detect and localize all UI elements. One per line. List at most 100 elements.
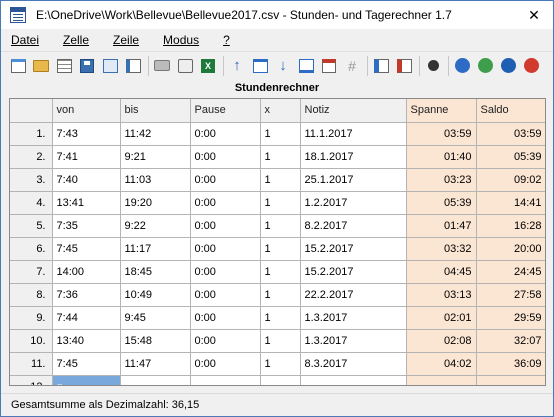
cell-bis[interactable]: 15:48 <box>120 329 191 353</box>
close-button[interactable]: ✕ <box>515 1 553 29</box>
cell-spanne[interactable]: 05:39 <box>406 191 477 215</box>
cell-saldo[interactable]: 20:00 <box>476 237 545 261</box>
menu-datei[interactable]: Datei <box>11 33 39 47</box>
cell-notiz[interactable]: 25.1.2017 <box>300 168 407 192</box>
column-header-saldo[interactable]: Saldo <box>476 99 545 123</box>
row-number[interactable]: 11. <box>10 352 53 376</box>
row-number[interactable]: 10. <box>10 329 53 353</box>
cell-spanne[interactable]: 04:45 <box>406 260 477 284</box>
cell-spanne[interactable]: 01:40 <box>406 145 477 169</box>
column-header-spanne[interactable]: Spanne <box>406 99 477 123</box>
cell-bis[interactable]: 11:47 <box>120 352 191 376</box>
new-row[interactable]: ▸▸12.g <box>10 375 545 385</box>
table-row[interactable]: 3. 7:40 11:03 0:00 1 25.1.2017 03:23 09:02 <box>10 168 545 192</box>
cell-spanne[interactable]: 03:13 <box>406 283 477 307</box>
cell-x[interactable]: 1 <box>260 191 301 215</box>
cell-von[interactable]: 7:45 <box>52 237 121 261</box>
column-header-bis[interactable]: bis <box>120 99 191 123</box>
cell-von[interactable]: 7:44 <box>52 306 121 330</box>
cell-notiz[interactable]: 1.2.2017 <box>300 191 407 215</box>
cell-von[interactable]: 7:41 <box>52 145 121 169</box>
column-header-x[interactable]: x <box>260 99 301 123</box>
column-header-notiz[interactable]: Notiz <box>300 99 407 123</box>
row-number[interactable]: 4. <box>10 191 53 215</box>
cell-pause[interactable]: 0:00 <box>190 168 261 192</box>
cell-x[interactable]: 1 <box>260 237 301 261</box>
row-number[interactable]: 9. <box>10 306 53 330</box>
cell-pause[interactable]: 0:00 <box>190 214 261 238</box>
cell-bis[interactable]: 11:42 <box>120 122 191 146</box>
cell-notiz[interactable]: 15.2.2017 <box>300 260 407 284</box>
cell-pause[interactable]: 0:00 <box>190 237 261 261</box>
cell-x[interactable]: 1 <box>260 283 301 307</box>
cell-bis[interactable]: 11:17 <box>120 237 191 261</box>
cell-notiz[interactable]: 18.1.2017 <box>300 145 407 169</box>
cell-spanne[interactable]: 03:32 <box>406 237 477 261</box>
cell-saldo[interactable]: 16:28 <box>476 214 545 238</box>
cell-von[interactable]: 14:00 <box>52 260 121 284</box>
cell-bis[interactable]: 9:21 <box>120 145 191 169</box>
row-number[interactable]: 2. <box>10 145 53 169</box>
cell-pause[interactable]: 0:00 <box>190 329 261 353</box>
cell-notiz[interactable]: 1.3.2017 <box>300 329 407 353</box>
cell-spanne[interactable]: 02:01 <box>406 306 477 330</box>
cell-pause[interactable]: 0:00 <box>190 306 261 330</box>
row-number[interactable]: 1. <box>10 122 53 146</box>
table-row[interactable]: 7. 14:00 18:45 0:00 1 15.2.2017 04:45 24:45 <box>10 260 545 284</box>
cell-pause[interactable]: 0:00 <box>190 145 261 169</box>
active-cell-von[interactable]: g <box>52 375 121 385</box>
row-number[interactable]: 6. <box>10 237 53 261</box>
help-icon[interactable] <box>453 57 471 75</box>
table-row[interactable]: 11. 7:45 11:47 0:00 1 8.3.2017 04:02 36:09 <box>10 352 545 376</box>
cell-von[interactable]: 13:41 <box>52 191 121 215</box>
cell-spanne[interactable]: 03:59 <box>406 122 477 146</box>
cell-x[interactable]: 1 <box>260 214 301 238</box>
corner-header[interactable] <box>10 99 53 123</box>
insert-row-icon[interactable] <box>372 57 390 75</box>
cell-saldo[interactable]: 36:09 <box>476 352 545 376</box>
cell-von[interactable]: 13:40 <box>52 329 121 353</box>
print-preview-icon[interactable] <box>176 57 194 75</box>
cell-notiz[interactable]: 8.3.2017 <box>300 352 407 376</box>
cell-von[interactable]: 7:35 <box>52 214 121 238</box>
cell-notiz[interactable]: 22.2.2017 <box>300 283 407 307</box>
cell-notiz[interactable]: 11.1.2017 <box>300 122 407 146</box>
menu-modus[interactable]: Modus <box>163 33 199 47</box>
cell-spanne[interactable]: 02:08 <box>406 329 477 353</box>
cell-von[interactable]: 7:43 <box>52 122 121 146</box>
open-folder-icon[interactable] <box>32 57 50 75</box>
cell-bis[interactable]: 11:03 <box>120 168 191 192</box>
table-row[interactable]: 10. 13:40 15:48 0:00 1 1.3.2017 02:08 32:07 <box>10 329 545 353</box>
cell-notiz[interactable]: 1.3.2017 <box>300 306 407 330</box>
cell-spanne[interactable] <box>406 375 477 385</box>
menu-zeile[interactable]: Zeile <box>113 33 139 47</box>
cell-x[interactable]: 1 <box>260 306 301 330</box>
cell-notiz[interactable] <box>300 375 407 385</box>
cell-saldo[interactable]: 09:02 <box>476 168 545 192</box>
app-icon[interactable] <box>10 7 26 23</box>
arrow-down-icon[interactable]: ↓ <box>274 57 292 75</box>
cell-bis[interactable]: 9:22 <box>120 214 191 238</box>
cell-spanne[interactable]: 01:47 <box>406 214 477 238</box>
cell-x[interactable]: 1 <box>260 122 301 146</box>
cell-saldo[interactable]: 03:59 <box>476 122 545 146</box>
cell-pause[interactable]: 0:00 <box>190 352 261 376</box>
cell-x[interactable]: 1 <box>260 260 301 284</box>
cell-x[interactable]: 1 <box>260 145 301 169</box>
excel-icon[interactable]: X <box>199 57 217 75</box>
row-number[interactable]: 3. <box>10 168 53 192</box>
calendar-icon[interactable] <box>320 57 338 75</box>
cell-bis[interactable]: 10:49 <box>120 283 191 307</box>
cell-bis[interactable] <box>120 375 191 385</box>
row-number[interactable]: 5. <box>10 214 53 238</box>
column-header-von[interactable]: von <box>52 99 121 123</box>
cell-pause[interactable]: 0:00 <box>190 260 261 284</box>
cell-pause[interactable]: 0:00 <box>190 283 261 307</box>
cell-saldo[interactable]: 32:07 <box>476 329 545 353</box>
cell-von[interactable]: 7:45 <box>52 352 121 376</box>
cell-bis[interactable]: 19:20 <box>120 191 191 215</box>
cell-pause[interactable] <box>190 375 261 385</box>
cell-von[interactable]: 7:40 <box>52 168 121 192</box>
cell-saldo[interactable]: 29:59 <box>476 306 545 330</box>
row-number[interactable]: 8. <box>10 283 53 307</box>
